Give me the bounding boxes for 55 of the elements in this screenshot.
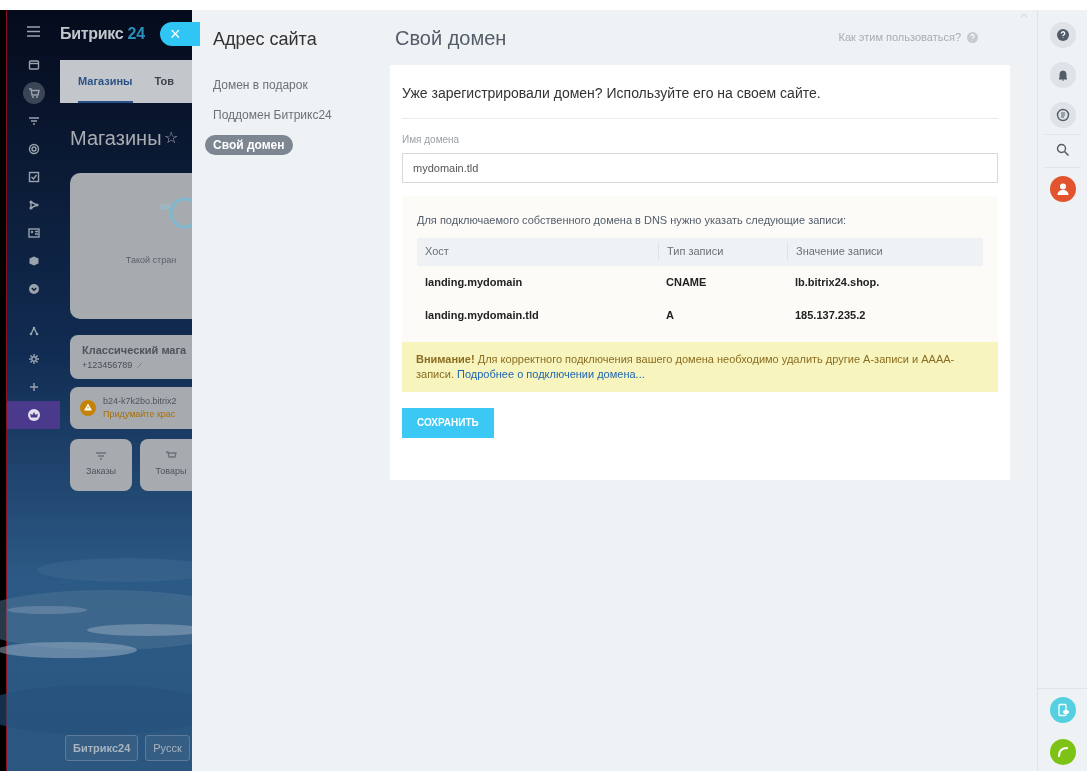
search-icon[interactable] <box>1055 143 1070 157</box>
contact-card-icon[interactable] <box>26 226 41 240</box>
save-button[interactable]: СОХРАНИТЬ <box>402 407 494 438</box>
star-button[interactable]: ☆ <box>163 126 178 150</box>
intro-text: Уже зарегистрировали домен? Используйте его на своем сайте. <box>402 83 998 119</box>
table-cell-text: A <box>665 307 675 323</box>
menu-item[interactable]: Домен в подарок <box>205 75 316 95</box>
menu-icon[interactable] <box>27 26 40 37</box>
preview-caption: Такой стран <box>125 253 177 267</box>
close-button[interactable]: × <box>160 22 200 46</box>
chevron-down-icon[interactable] <box>26 282 41 296</box>
column-header: Хост <box>424 244 450 260</box>
field-label: Имя домена <box>402 133 461 147</box>
column-header: Тип записи <box>658 243 787 260</box>
help-icon[interactable] <box>1049 22 1076 48</box>
bell-icon[interactable] <box>1049 62 1076 88</box>
help-link[interactable]: Как этим пользоваться? <box>838 29 961 46</box>
target-icon[interactable] <box>26 142 41 156</box>
table-cell-text: landing.mydomain <box>424 274 524 290</box>
question-icon <box>967 32 978 43</box>
window-icon[interactable] <box>26 58 41 72</box>
tile-button[interactable]: Заказы <box>70 439 132 491</box>
column-header: Значение записи <box>787 243 983 260</box>
tile-button[interactable]: Товары <box>140 439 192 491</box>
table-cell-text: lb.bitrix24.shop. <box>794 274 881 290</box>
page-heading: Свой домен <box>395 25 507 51</box>
language-button[interactable]: Русск <box>145 735 190 761</box>
tab[interactable]: Магазины <box>78 72 133 103</box>
logo-button[interactable]: Битрикс24 <box>65 735 139 761</box>
panel-title: Адрес сайта <box>212 28 318 51</box>
page-title: Магазины <box>70 126 162 151</box>
promo-row[interactable] <box>7 401 60 429</box>
domain-name: b24-k7k2bo.bitrix2 <box>103 394 177 408</box>
shop-phone: +123456789 <box>82 358 133 372</box>
table-cell-text: CNAME <box>665 274 708 290</box>
chat-icon[interactable] <box>1049 102 1076 128</box>
filter-icon[interactable] <box>26 114 41 128</box>
warning-icon <box>80 400 96 416</box>
checklist-icon[interactable] <box>26 170 41 184</box>
details-link[interactable]: Подробнее о подключении домена... <box>457 367 645 380</box>
domain-field[interactable]: mydomain.tld <box>402 153 998 183</box>
tab[interactable]: Тов <box>154 72 175 103</box>
portal-logo: Битрикс 24 <box>60 24 145 44</box>
avatar-icon[interactable] <box>1049 176 1076 202</box>
shop-name: Классический мага <box>82 343 188 358</box>
menu-item[interactable]: Поддомен Битрикс24 <box>205 105 340 125</box>
filter-icon <box>95 451 107 462</box>
table-cell-text: landing.mydomain.tld <box>424 307 540 323</box>
settings-icon[interactable] <box>26 352 41 366</box>
domain-hint[interactable]: Придумайте крас <box>103 408 177 422</box>
warning-text: Внимание! Для корректного подключения вашего домена необходимо удалить другие А-записи и АААА-записи. Подробнее о подключении домена... <box>416 351 956 382</box>
dns-instructions: Для подключаемого собственного домена в DNS нужно указать следующие записи: <box>417 213 848 228</box>
table-cell-text: 185.137.235.2 <box>794 307 867 323</box>
crown-icon[interactable] <box>26 408 41 422</box>
menu-item[interactable]: Свой домен <box>205 135 293 155</box>
